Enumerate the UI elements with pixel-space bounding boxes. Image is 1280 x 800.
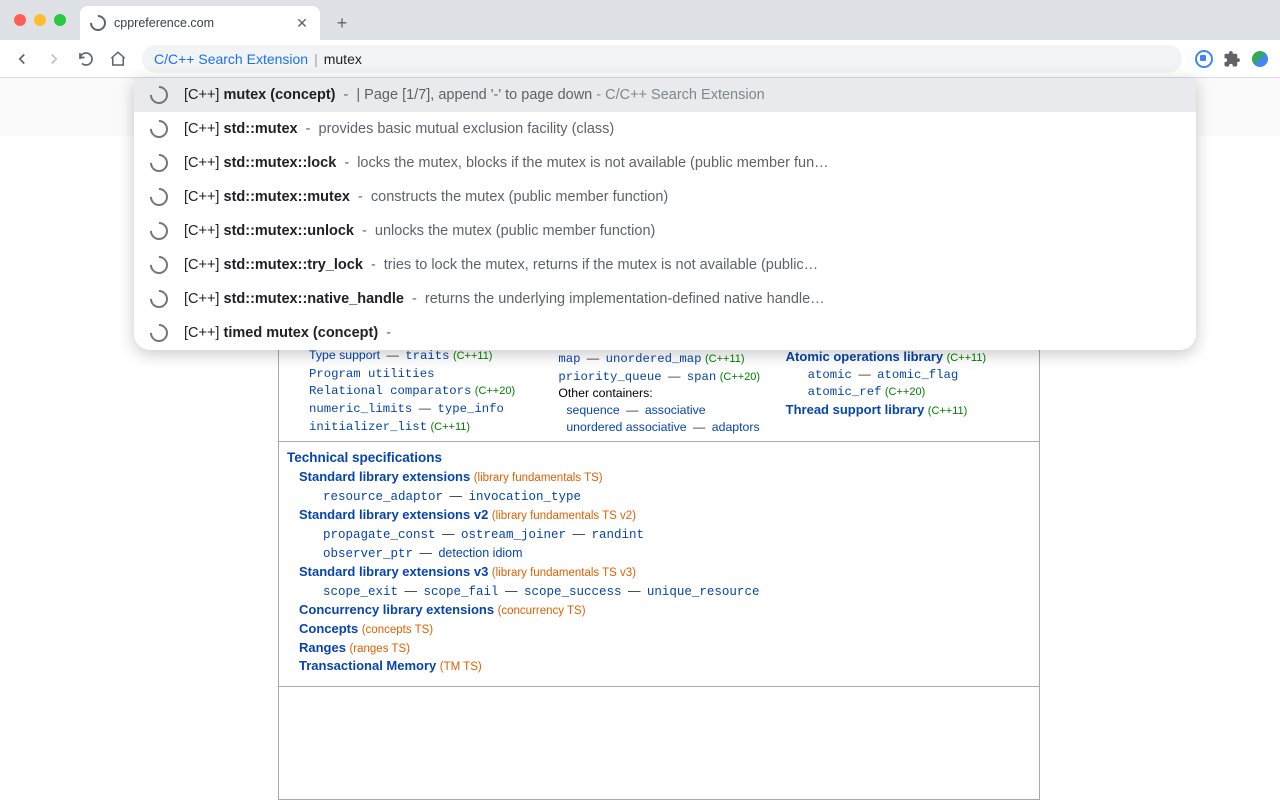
tab-strip: cppreference.com ✕ + (0, 0, 1280, 40)
back-button[interactable] (8, 45, 36, 73)
profile-avatar-icon[interactable] (1248, 47, 1272, 71)
suggestion-favicon-icon (146, 184, 171, 209)
link-item[interactable]: initializer_list (309, 420, 427, 434)
minimize-window-icon[interactable] (34, 14, 46, 26)
suggestion-favicon-icon (146, 218, 171, 243)
link-item[interactable]: Program utilities (309, 367, 434, 381)
link-item[interactable]: traits (405, 349, 449, 363)
link-item[interactable]: unique_resource (647, 585, 760, 599)
suggestion-favicon-icon (146, 116, 171, 141)
link-tech-section[interactable]: Concepts (299, 621, 358, 636)
link-item[interactable]: numeric_limits (309, 402, 412, 416)
link-item[interactable]: type_info (437, 402, 503, 416)
home-button[interactable] (104, 45, 132, 73)
omnibox-suggestions: [C++] mutex (concept) - | Page [1/7], ap… (134, 78, 1196, 350)
suggestion-favicon-icon (146, 82, 171, 107)
link-item[interactable]: randint (591, 528, 644, 542)
suggestion-row[interactable]: [C++] std::mutex::native_handle - return… (134, 282, 1196, 316)
link-tech-section[interactable]: Standard library extensions (299, 469, 470, 484)
link-priority-queue[interactable]: priority_queue (558, 370, 661, 384)
link-associative[interactable]: associative (645, 403, 706, 417)
suggestion-favicon-icon (146, 252, 171, 277)
link-atomic-ref[interactable]: atomic_ref (808, 385, 882, 399)
link-item[interactable]: Relational comparators (309, 384, 471, 398)
suggestion-row[interactable]: [C++] std::mutex::try_lock - tries to lo… (134, 248, 1196, 282)
link-atomic-flag[interactable]: atomic_flag (877, 368, 958, 382)
cc-extension-icon[interactable] (1192, 47, 1216, 71)
suggestion-row[interactable]: [C++] mutex (concept) - | Page [1/7], ap… (134, 78, 1196, 112)
browser-tab[interactable]: cppreference.com ✕ (80, 6, 320, 40)
suggestion-row[interactable]: [C++] std::mutex::mutex - constructs the… (134, 180, 1196, 214)
suggestion-text: [C++] std::mutex::mutex - constructs the… (184, 189, 1180, 205)
suggestion-text: [C++] std::mutex - provides basic mutual… (184, 121, 1180, 137)
link-atomic[interactable]: atomic (808, 368, 852, 382)
extensions-icon[interactable] (1220, 47, 1244, 71)
link-adaptors[interactable]: adaptors (712, 420, 760, 434)
suggestion-row[interactable]: [C++] std::mutex::unlock - unlocks the m… (134, 214, 1196, 248)
link-item[interactable]: invocation_type (468, 490, 581, 504)
link-sequence[interactable]: sequence (566, 403, 619, 417)
suggestion-favicon-icon (146, 320, 171, 345)
suggestion-favicon-icon (146, 150, 171, 175)
new-tab-button[interactable]: + (328, 9, 356, 37)
window-controls (14, 14, 66, 26)
link-unordered-associative[interactable]: unordered associative (566, 420, 686, 434)
suggestion-row[interactable]: [C++] std::mutex - provides basic mutual… (134, 112, 1196, 146)
link-item[interactable]: scope_success (524, 585, 622, 599)
suggestion-row[interactable]: [C++] std::mutex::lock - locks the mutex… (134, 146, 1196, 180)
link-tech-section[interactable]: Standard library extensions v3 (299, 564, 488, 579)
link-item[interactable]: Type support (309, 348, 380, 362)
suggestion-text: [C++] std::mutex::try_lock - tries to lo… (184, 257, 1180, 273)
link-tech-section[interactable]: Concurrency library extensions (299, 602, 494, 617)
suggestion-text: [C++] std::mutex::lock - locks the mutex… (184, 155, 1180, 171)
link-item[interactable]: observer_ptr (323, 547, 413, 561)
tab-title: cppreference.com (114, 16, 286, 30)
link-atomic-library[interactable]: Atomic operations library (786, 349, 943, 364)
link-item[interactable]: scope_exit (323, 585, 398, 599)
link-item[interactable]: ostream_joiner (461, 528, 566, 542)
suggestion-text: [C++] timed mutex (concept) - (184, 325, 1180, 341)
link-unordered-map[interactable]: unordered_map (606, 352, 702, 366)
omnibox-query: mutex (324, 51, 362, 67)
link-item[interactable]: scope_fail (423, 585, 498, 599)
label-other-containers: Other containers: (536, 385, 781, 402)
suggestion-text: [C++] mutex (concept) - | Page [1/7], ap… (184, 87, 1180, 103)
link-technical-specifications[interactable]: Technical specifications (287, 448, 1031, 468)
suggestion-text: [C++] std::mutex::unlock - unlocks the m… (184, 223, 1180, 239)
suggestion-favicon-icon (146, 286, 171, 311)
link-tech-section[interactable]: Transactional Memory (299, 658, 436, 673)
link-item[interactable]: detection idiom (438, 546, 522, 560)
technical-specifications: Technical specifications Standard librar… (279, 442, 1039, 687)
link-span[interactable]: span (687, 370, 717, 384)
reload-button[interactable] (72, 45, 100, 73)
tab-favicon-icon (87, 12, 110, 35)
omnibox-separator: | (314, 51, 318, 67)
link-item[interactable]: propagate_const (323, 528, 436, 542)
close-window-icon[interactable] (14, 14, 26, 26)
omnibox-keyword: C/C++ Search Extension (154, 51, 308, 67)
link-tech-section[interactable]: Standard library extensions v2 (299, 507, 488, 522)
link-thread-library[interactable]: Thread support library (786, 402, 925, 417)
maximize-window-icon[interactable] (54, 14, 66, 26)
suggestion-text: [C++] std::mutex::native_handle - return… (184, 291, 1180, 307)
link-item[interactable]: resource_adaptor (323, 490, 443, 504)
link-map[interactable]: map (558, 352, 580, 366)
link-tech-section[interactable]: Ranges (299, 640, 346, 655)
forward-button (40, 45, 68, 73)
address-bar[interactable]: C/C++ Search Extension | mutex (142, 45, 1182, 73)
browser-toolbar: C/C++ Search Extension | mutex (0, 40, 1280, 78)
tab-close-icon[interactable]: ✕ (294, 15, 310, 31)
suggestion-row[interactable]: [C++] timed mutex (concept) - (134, 316, 1196, 350)
